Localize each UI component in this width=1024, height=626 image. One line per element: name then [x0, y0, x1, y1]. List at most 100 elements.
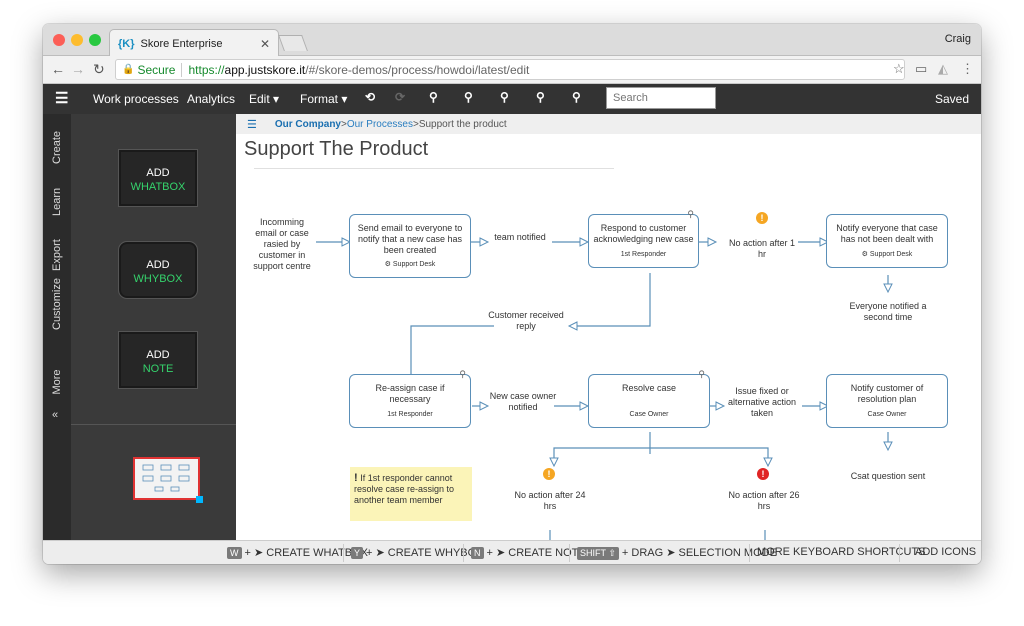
zoom-reset-icon[interactable]: ⚲ [500, 90, 509, 104]
attachment-icon[interactable]: ⚲ [698, 369, 705, 380]
analytics-link[interactable]: Analytics [187, 92, 235, 106]
profile-name[interactable]: Craig [945, 33, 971, 45]
close-tab-icon[interactable]: ✕ [260, 37, 270, 51]
whatbox-owner: 1st Responder [387, 411, 433, 418]
lock-icon: 🔒 [122, 64, 135, 75]
add-icons-link[interactable]: ADD ICONS [915, 546, 976, 558]
note-text: If 1st responder cannot resolve case re-… [354, 473, 455, 505]
add-label: ADD [146, 259, 170, 271]
hamburger-menu-icon[interactable]: ☰ [55, 89, 68, 107]
address-bar-row: ← → ↻ 🔒 Secure https:// app.justskore.it… [43, 56, 981, 84]
whybox-no-action-1hr[interactable]: No action after 1 hr [726, 238, 798, 260]
whatbox-text: Respond to customer acknowledging new ca… [593, 223, 694, 244]
tab-title: Skore Enterprise [140, 37, 223, 50]
whybox-csat-sent[interactable]: Csat question sent [838, 471, 938, 482]
work-processes-link[interactable]: Work processes [93, 92, 179, 106]
key-y: Y [351, 547, 364, 559]
bookmark-star-icon[interactable]: ☆ [893, 61, 905, 77]
whatbox-reassign-case[interactable]: ⚲ Re-assign case if necessary 1st Respon… [349, 369, 471, 428]
back-arrow-icon[interactable]: ← [51, 61, 65, 77]
warning-icon: ! [756, 212, 768, 224]
whybox-team-notified[interactable]: team notified [488, 232, 552, 243]
side-tab-more[interactable]: More [51, 368, 63, 396]
cast-icon[interactable]: ▭ [915, 61, 927, 77]
shortcut-bar: W + ➤ CREATE WHATBOX Y + ➤ CREATE WHYBOX N… [43, 540, 981, 564]
maximize-window-icon[interactable] [89, 34, 101, 46]
minimap[interactable] [133, 457, 203, 503]
whybox-issue-fixed[interactable]: Issue fixed or alternative action taken [722, 386, 802, 419]
whatbox-notify-everyone[interactable]: Notify everyone that case has not been d… [826, 214, 948, 268]
whatbox-notify-customer[interactable]: Notify customer of resolution plan Case … [826, 374, 948, 428]
whatbox-resolve-case[interactable]: ⚲ Resolve case Case Owner [588, 369, 710, 428]
collapse-panel-icon[interactable]: « [52, 409, 58, 421]
zoom-fit-icon[interactable]: ⚲ [536, 90, 545, 104]
edit-menu[interactable]: Edit ▾ [249, 92, 279, 106]
add-label: ADD [146, 167, 170, 179]
whybox-no-action-24hrs[interactable]: No action after 24 hrs [512, 490, 588, 512]
add-note-button[interactable]: ADD NOTE [118, 331, 198, 389]
attachment-icon[interactable]: ⚲ [687, 209, 694, 220]
reload-icon[interactable]: ↻ [93, 61, 105, 78]
attachment-icon[interactable]: ⚲ [459, 369, 466, 380]
add-whybox-button[interactable]: ADD WHYBOX [118, 241, 198, 299]
key-shift: SHIFT ⇧ [577, 547, 619, 560]
app-toolbar: ☰ Work processes Analytics Edit ▾ Format… [43, 84, 981, 114]
key-w: W [227, 547, 242, 559]
whatbox-send-email[interactable]: Send email to everyone to notify that a … [349, 214, 471, 278]
close-window-icon[interactable] [53, 34, 65, 46]
side-tab-learn[interactable]: Learn [51, 188, 63, 216]
whybox-customer-received-reply[interactable]: Customer received reply [486, 310, 566, 332]
browser-window: {K} Skore Enterprise ✕ Craig ← → ↻ 🔒 Sec… [43, 24, 981, 564]
skore-favicon-icon: {K} [118, 37, 135, 50]
zoom-selection-icon[interactable]: ⚲ [572, 90, 581, 104]
whybox-label: WHYBOX [133, 273, 183, 285]
drag-label: + DRAG [621, 547, 664, 559]
whatbox-owner: 1st Responder [620, 251, 667, 258]
minimap-resize-handle[interactable] [196, 496, 203, 503]
whatbox-text: Resolve case [621, 383, 677, 393]
zoom-in-icon[interactable]: ⚲ [464, 90, 473, 104]
whybox-new-owner-notified[interactable]: New case owner notified [488, 391, 558, 413]
shortcut-create-whatbox[interactable]: W + ➤ CREATE WHATBOX [227, 546, 368, 559]
divider [899, 544, 900, 562]
process-note[interactable]: ! If 1st responder cannot resolve case r… [350, 467, 472, 521]
alert-icon: ! [757, 468, 769, 480]
shortcut-selection-mode[interactable]: SHIFT ⇧ + DRAG ➤ SELECTION MODE [577, 546, 777, 560]
search-input[interactable] [606, 87, 716, 109]
undo-icon[interactable]: ⟲ [365, 90, 375, 104]
new-tab-button[interactable] [278, 35, 308, 51]
browser-menu-icon[interactable]: ⋮ [961, 61, 974, 77]
minimize-window-icon[interactable] [71, 34, 83, 46]
format-menu[interactable]: Format ▾ [300, 92, 347, 106]
redo-icon[interactable]: ⟳ [395, 90, 405, 104]
whatbox-text: Notify customer of resolution plan [850, 383, 924, 404]
save-status: Saved [934, 92, 969, 106]
cursor-icon: ➤ [253, 547, 264, 559]
url-field[interactable]: 🔒 Secure https:// app.justskore.it /#/sk… [115, 59, 905, 80]
create-panel: ADD WHATBOX ADD WHYBOX ADD NOTE [71, 114, 236, 540]
side-tab-export[interactable]: Export [51, 239, 63, 271]
whybox-everyone-notified[interactable]: Everyone notified a second time [842, 301, 934, 323]
add-label: ADD [146, 349, 170, 361]
shortcut-label: CREATE NOTE [508, 547, 586, 559]
forward-arrow-icon[interactable]: → [71, 61, 85, 77]
browser-tab[interactable]: {K} Skore Enterprise ✕ [109, 29, 279, 57]
side-tab-strip: Create Learn Export Customize More « [43, 114, 71, 540]
whatbox-label: WHATBOX [130, 181, 186, 193]
extension-icon[interactable]: ◭ [938, 61, 948, 77]
whybox-no-action-26hrs[interactable]: No action after 26 hrs [726, 490, 802, 512]
start-event-label[interactable]: Incomming email or case rasied by custom… [248, 217, 316, 272]
whatbox-respond-customer[interactable]: ⚲ Respond to customer acknowledging new … [588, 209, 699, 268]
cursor-icon: ➤ [495, 547, 506, 559]
divider [463, 544, 464, 562]
add-whatbox-button[interactable]: ADD WHATBOX [118, 149, 198, 207]
minimap-preview [142, 464, 190, 492]
side-tab-customize[interactable]: Customize [51, 278, 63, 330]
zoom-out-icon[interactable]: ⚲ [429, 90, 438, 104]
side-tab-create[interactable]: Create [51, 131, 63, 164]
process-canvas[interactable]: ☰ Our Company > Our Processes > Support … [236, 114, 981, 540]
note-label: NOTE [142, 363, 174, 375]
divider [343, 544, 344, 562]
more-shortcuts-link[interactable]: MORE KEYBOARD SHORTCUTS [757, 546, 926, 558]
shortcut-label: CREATE WHYBOX [387, 547, 484, 559]
